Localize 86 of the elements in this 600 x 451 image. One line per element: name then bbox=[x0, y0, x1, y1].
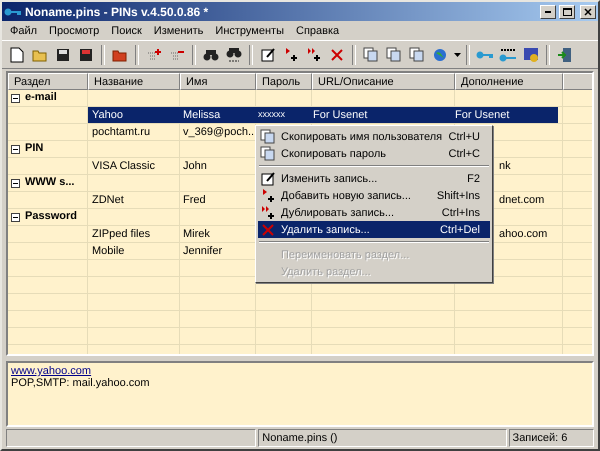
table-cell-text: Mobile bbox=[91, 244, 126, 259]
column-header[interactable]: Раздел bbox=[8, 73, 88, 90]
folder-icon bbox=[112, 48, 128, 62]
collapse-toggle[interactable] bbox=[11, 145, 20, 154]
column-header[interactable] bbox=[563, 73, 592, 90]
tree-plus-icon bbox=[146, 48, 162, 62]
menu-item[interactable]: Просмотр bbox=[43, 22, 106, 38]
collapse-toggle[interactable] bbox=[11, 94, 20, 103]
table-cell-text: ZIPped files bbox=[91, 227, 152, 242]
table-cell-text: VISA Classic bbox=[91, 159, 156, 174]
exit-door-icon bbox=[557, 46, 573, 62]
duplicate-record-icon bbox=[260, 205, 276, 220]
column-header[interactable]: Название bbox=[88, 73, 180, 90]
new-file-icon bbox=[10, 46, 24, 62]
folder-icon bbox=[32, 48, 48, 62]
copy-icon bbox=[386, 47, 402, 62]
status-panel: Записей: 6 bbox=[508, 429, 594, 447]
generator-icon bbox=[523, 46, 539, 62]
key-icon bbox=[476, 50, 494, 60]
context-menu-item[interactable]: Дублировать запись... Ctrl+Ins bbox=[258, 204, 490, 221]
edit-icon bbox=[260, 171, 276, 186]
context-menu-item[interactable]: Скопировать имя пользователя Ctrl+U bbox=[258, 128, 490, 145]
column-header[interactable]: Дополнение bbox=[455, 73, 563, 90]
minimize-icon bbox=[545, 10, 551, 12]
caret-icon bbox=[454, 52, 460, 56]
table-cell: Yahoo bbox=[88, 107, 179, 123]
duplicate-record-icon bbox=[306, 47, 322, 62]
table-cell-text: pochtamt.ru bbox=[91, 125, 152, 140]
collapse-toggle[interactable] bbox=[11, 179, 20, 188]
binoculars-icon bbox=[226, 46, 242, 62]
group-name: Password bbox=[25, 210, 77, 222]
group-name: PIN bbox=[25, 142, 44, 154]
context-menu-item[interactable]: Добавить новую запись... Shift+Ins bbox=[258, 187, 490, 204]
copy-icon bbox=[363, 47, 379, 62]
minus-icon bbox=[13, 147, 18, 152]
minimize-button[interactable] bbox=[540, 4, 556, 18]
maximize-icon bbox=[562, 8, 572, 16]
table-cell: For Usenet bbox=[309, 107, 451, 123]
edit-icon bbox=[260, 47, 276, 62]
table-cell-text: Jennifer bbox=[182, 244, 224, 259]
globe-icon bbox=[433, 48, 447, 62]
binoculars-icon bbox=[203, 48, 219, 62]
status-panel: Noname.pins () bbox=[258, 429, 507, 447]
menu-item[interactable]: Поиск bbox=[105, 22, 148, 38]
column-header[interactable]: Пароль bbox=[256, 73, 312, 90]
table-cell: Melissa bbox=[179, 107, 254, 123]
close-button[interactable] bbox=[580, 4, 596, 18]
table-cell-text: Fred bbox=[182, 193, 207, 208]
minus-icon bbox=[13, 215, 18, 220]
table-cell-text: Mirek bbox=[182, 227, 211, 242]
table-cell: For Usenet bbox=[451, 107, 558, 123]
table-cell-text: John bbox=[182, 159, 208, 174]
column-header[interactable]: Имя bbox=[180, 73, 256, 90]
context-menu-item[interactable]: Скопировать пароль Ctrl+C bbox=[258, 145, 490, 162]
table-cell-text: ZDNet bbox=[91, 193, 125, 208]
table-cell-text: v_369@poch... bbox=[182, 125, 254, 140]
add-record-icon bbox=[284, 47, 298, 62]
delete-icon bbox=[330, 48, 344, 62]
minus-icon bbox=[13, 96, 18, 101]
menu-item[interactable]: Справка bbox=[290, 22, 346, 38]
context-menu-item[interactable]: Удалить запись... Ctrl+Del bbox=[258, 221, 490, 238]
window-title: Noname.pins - PINs v.4.50.0.86 * bbox=[25, 4, 210, 18]
table-cell-text: nk bbox=[498, 159, 512, 174]
menu-item[interactable]: Файл bbox=[4, 22, 44, 38]
copy-icon bbox=[260, 146, 276, 161]
table-cell: xxxxxx bbox=[254, 107, 309, 123]
copy-icon bbox=[409, 47, 425, 62]
table-cell-text: dnet.com bbox=[498, 193, 546, 208]
group-name: WWW s... bbox=[25, 176, 74, 188]
group-name: e-mail bbox=[25, 91, 57, 103]
close-icon bbox=[584, 8, 592, 16]
key-icon bbox=[4, 6, 22, 16]
maximize-button[interactable] bbox=[559, 4, 575, 18]
column-header[interactable]: URL/Описание bbox=[312, 73, 455, 90]
table-cell-text: ahoo.com bbox=[498, 227, 548, 242]
context-menu-item[interactable]: Изменить запись... F2 bbox=[258, 170, 490, 187]
menu-item[interactable]: Инструменты bbox=[209, 22, 290, 38]
url-link[interactable]: www.yahoo.com bbox=[11, 365, 92, 377]
copy-icon bbox=[260, 129, 276, 144]
password-key-icon bbox=[499, 46, 517, 62]
delete-icon bbox=[261, 222, 275, 236]
collapse-toggle[interactable] bbox=[11, 213, 20, 222]
minus-icon bbox=[13, 181, 18, 186]
notes-text: POP,SMTP: mail.yahoo.com bbox=[11, 377, 150, 389]
add-record-icon bbox=[260, 188, 276, 203]
menu-item[interactable]: Изменить bbox=[148, 22, 210, 38]
